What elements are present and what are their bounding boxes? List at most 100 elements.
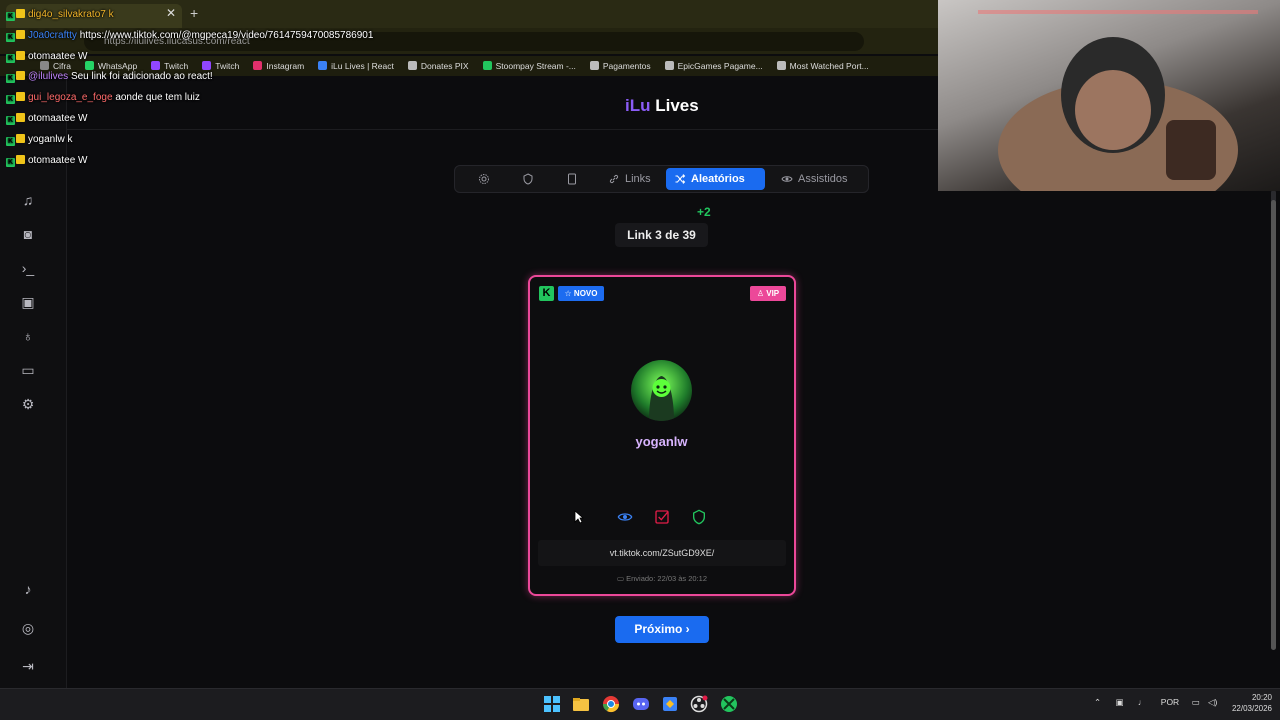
network-icon[interactable]: ▭ <box>1192 697 1200 707</box>
chat-text: W <box>78 113 88 124</box>
kick-badge-icon: K <box>6 32 15 42</box>
microphone-icon[interactable]: ♩ <box>1138 697 1147 707</box>
bookmark-icon <box>151 61 161 70</box>
settings-icon[interactable]: ⚙ <box>20 396 36 412</box>
logout-icon[interactable]: ⇥ <box>20 658 36 674</box>
next-button[interactable]: Próximo › <box>615 616 709 643</box>
new-tab-button[interactable]: + <box>190 5 198 21</box>
tab-links[interactable]: Links <box>600 168 659 190</box>
bookmark-item[interactable]: iLu Lives | React <box>318 61 394 71</box>
bookmark-label: Donates PIX <box>420 61 469 71</box>
chat-text: Seu link foi adicionado ao react! <box>70 71 213 83</box>
bookmark-item[interactable]: Stoompay Stream -... <box>482 61 576 71</box>
avatar <box>631 360 692 421</box>
tray-chevron-icon[interactable]: ⌃ <box>1094 697 1101 707</box>
chat-username: otomaatee <box>28 113 76 124</box>
shuffle-icon <box>675 174 686 184</box>
chat-message: Kotomaatee W <box>6 113 88 125</box>
bookmark-item[interactable]: Twitch <box>151 61 188 71</box>
chat-username: yoganlw <box>28 133 65 145</box>
mouse-cursor-icon <box>574 510 584 524</box>
chat-text: aonde que tem luiz <box>115 92 200 104</box>
tablet-icon <box>568 173 576 185</box>
sub-badge-icon <box>16 113 25 122</box>
tab-aleatorios[interactable]: Aleatórios <box>666 168 765 190</box>
kick-badge-icon: K <box>6 136 15 146</box>
bookmark-label: iLu Lives | React <box>331 61 394 71</box>
tab-links-label: Links <box>625 173 651 185</box>
app-icon[interactable] <box>661 695 679 713</box>
kick-badge-icon: K <box>6 116 15 125</box>
award-icon[interactable]: ♁ <box>20 328 36 344</box>
bookmark-label: EpicGames Pagame... <box>677 61 763 71</box>
chat-icon[interactable]: ▭ <box>20 362 36 378</box>
tab-shield[interactable] <box>514 168 542 190</box>
shield-action-icon[interactable] <box>691 509 707 525</box>
bookmark-item[interactable]: WhatsApp <box>84 61 137 71</box>
bookmark-icon <box>253 61 263 70</box>
bookmark-item[interactable]: Pagamentos <box>589 61 651 71</box>
bookmark-item[interactable]: Instagram <box>253 61 304 71</box>
chat-text: https://www.tiktok.com/@mgpeca19/video/7… <box>79 29 374 41</box>
chat-text: W <box>78 50 88 62</box>
bookmark-item[interactable]: Twitch <box>202 61 239 71</box>
kick-platform-badge: K <box>539 286 554 301</box>
sub-badge-icon <box>16 92 25 102</box>
tab-settings[interactable] <box>470 168 498 190</box>
chat-message: Kdig4o_silvakrato7 k <box>6 9 114 21</box>
bookmark-item[interactable]: Most Watched Port... <box>776 61 869 71</box>
music-icon[interactable]: ♫ <box>20 192 36 208</box>
obs-icon[interactable] <box>690 695 708 713</box>
chat-message: K J0a0craftty https://www.tiktok.com/@mgp… <box>6 29 374 42</box>
bookmark-label: Pagamentos <box>602 61 651 71</box>
xbox-icon[interactable] <box>720 695 738 713</box>
bookmark-label: Twitch <box>215 61 240 71</box>
eye-icon <box>781 176 793 182</box>
help-icon[interactable]: ◎ <box>20 620 36 636</box>
sub-badge-icon <box>16 71 25 81</box>
bell-icon[interactable]: ♪ <box>20 581 36 597</box>
tab-assistidos[interactable]: Assistidos <box>773 168 856 190</box>
tab-tablet[interactable] <box>558 168 586 190</box>
tray-app-icon[interactable]: ▣ <box>1116 697 1124 707</box>
link-url[interactable]: vt.tiktok.com/ZSutGD9XE/ <box>538 540 786 566</box>
chrome-icon[interactable] <box>602 695 620 713</box>
volume-icon[interactable]: ◁) <box>1208 697 1217 707</box>
link-counter: Link 3 de 39 <box>615 223 708 247</box>
tab-assistidos-label: Assistidos <box>798 173 848 185</box>
chat-message: Kgui_legoza_e_foge aonde que tem luiz <box>6 92 200 105</box>
chat-text: W <box>78 154 88 166</box>
link-icon <box>609 174 619 184</box>
sub-badge-icon <box>16 154 25 164</box>
bookmark-item[interactable]: EpicGames Pagame... <box>664 61 763 71</box>
mark-checked-icon[interactable] <box>654 509 670 525</box>
clock-time: 20:20 <box>1251 693 1272 702</box>
bookmark-icon <box>318 61 328 70</box>
discord-icon[interactable] <box>632 695 650 713</box>
kick-badge-icon: K <box>6 95 15 105</box>
chat-username: otomaatee <box>28 154 76 166</box>
chat-message: Kyoganlw k <box>6 133 72 146</box>
chat-username: J0a0craftty <box>28 29 77 41</box>
scrollbar-thumb[interactable] <box>1271 200 1276 650</box>
windows-start-icon[interactable] <box>543 695 561 713</box>
new-links-count: +2 <box>697 205 711 219</box>
kick-badge-icon: K <box>6 53 15 63</box>
bookmark-label: Most Watched Port... <box>789 61 869 71</box>
sub-badge-icon <box>16 29 25 39</box>
bookmark-label: Instagram <box>266 61 305 71</box>
file-explorer-icon[interactable] <box>572 695 590 713</box>
bookmark-icon <box>589 61 599 70</box>
gift-icon[interactable]: ▣ <box>20 294 36 310</box>
chat-message: Kotomaatee W <box>6 50 88 63</box>
chat-username: gui_legoza_e_foge <box>28 92 113 104</box>
clock[interactable]: 20:20 22/03/2026 <box>1222 692 1272 714</box>
language-indicator[interactable]: POR <box>1161 697 1179 707</box>
tab-close-button[interactable]: ✕ <box>166 6 176 20</box>
terminal-icon[interactable]: ›_ <box>20 260 36 276</box>
watch-eye-icon[interactable] <box>617 509 633 525</box>
view-tabs: Links Aleatórios Assistidos <box>454 165 869 193</box>
bookmark-item[interactable]: Donates PIX <box>407 61 469 71</box>
camera-icon[interactable]: ◙ <box>20 226 36 242</box>
webcam-overlay <box>938 0 1280 191</box>
